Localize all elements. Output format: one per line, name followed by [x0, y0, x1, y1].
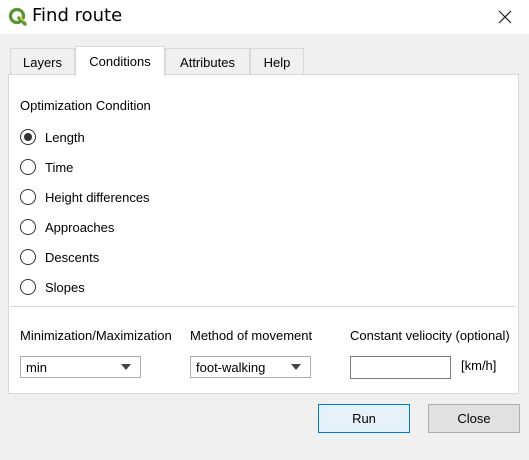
radio-button[interactable]	[20, 159, 36, 175]
radio-length[interactable]: Length	[20, 127, 85, 147]
radio-slopes[interactable]: Slopes	[20, 277, 85, 297]
tab-help[interactable]: Help	[250, 48, 304, 75]
velocity-input[interactable]	[350, 356, 451, 379]
tab-attributes[interactable]: Attributes	[165, 48, 250, 75]
radio-selected-dot	[24, 133, 32, 141]
radio-descents[interactable]: Descents	[20, 247, 99, 267]
radio-label: Length	[45, 129, 85, 145]
radio-button[interactable]	[20, 219, 36, 235]
close-icon[interactable]	[495, 7, 515, 27]
minimization-label: Minimization/Maximization	[20, 328, 172, 343]
radio-label: Slopes	[45, 279, 85, 295]
radio-label: Descents	[45, 249, 100, 265]
movement-value: foot-walking	[196, 359, 266, 375]
conditions-panel: Optimization Condition Length Time Heigh…	[8, 74, 519, 394]
tab-layers[interactable]: Layers	[10, 48, 75, 75]
title-bar: Find route	[0, 0, 529, 34]
radio-label: Height differences	[45, 189, 150, 205]
qgis-logo-icon	[8, 7, 27, 26]
close-button[interactable]: Close	[428, 404, 520, 433]
radio-button[interactable]	[20, 129, 36, 145]
radio-height-differences[interactable]: Height differences	[20, 187, 150, 207]
optimization-condition-title: Optimization Condition	[20, 98, 151, 113]
movement-label: Method of movement	[190, 328, 313, 343]
minimization-select[interactable]: min	[20, 356, 141, 378]
divider	[10, 306, 517, 307]
radio-time[interactable]: Time	[20, 157, 73, 177]
radio-label: Approaches	[45, 219, 115, 235]
radio-label: Time	[45, 159, 74, 175]
movement-select[interactable]: foot-walking	[190, 356, 311, 378]
velocity-unit: [km/h]	[461, 358, 497, 373]
tab-conditions[interactable]: Conditions	[75, 46, 165, 76]
radio-approaches[interactable]: Approaches	[20, 217, 114, 237]
velocity-label: Constant veliocity (optional)	[350, 328, 510, 343]
window-title: Find route	[32, 5, 123, 26]
chevron-down-icon	[291, 364, 301, 370]
run-button[interactable]: Run	[318, 404, 410, 433]
chevron-down-icon	[121, 364, 131, 370]
radio-button[interactable]	[20, 249, 36, 265]
radio-button[interactable]	[20, 279, 36, 295]
minimization-value: min	[26, 359, 47, 375]
radio-button[interactable]	[20, 189, 36, 205]
